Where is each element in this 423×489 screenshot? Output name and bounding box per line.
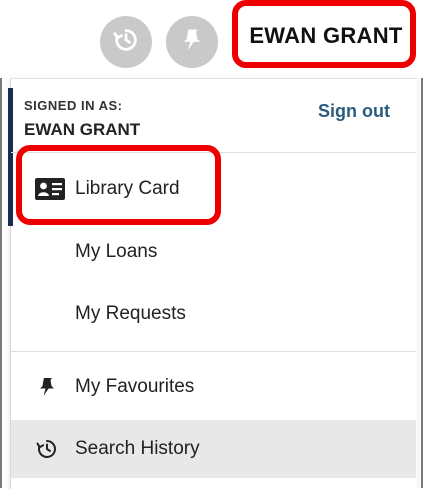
menu-item-search-history[interactable]: Search History: [11, 420, 416, 478]
menu-item-label: My Requests: [75, 303, 186, 324]
pin-icon: [178, 26, 206, 59]
pin-button[interactable]: [166, 16, 218, 68]
pin-icon: [35, 374, 59, 400]
divider: [11, 152, 416, 153]
menu-item-label: My Favourites: [75, 376, 195, 397]
history-icon: [35, 437, 59, 461]
menu-item-my-requests[interactable]: My Requests: [11, 285, 416, 343]
signed-in-label: SIGNED IN AS:: [24, 98, 123, 113]
history-icon: [112, 26, 140, 59]
signed-in-user: EWAN GRANT: [24, 120, 141, 139]
sign-out-link[interactable]: Sign out: [318, 101, 390, 122]
user-menu-button[interactable]: EWAN GRANT: [240, 12, 412, 60]
menu-item-my-favourites[interactable]: My Favourites: [11, 358, 416, 416]
history-button[interactable]: [100, 16, 152, 68]
top-bar: EWAN GRANT: [0, 0, 423, 78]
menu-item-my-loans[interactable]: My Loans: [11, 223, 416, 281]
id-card-icon: [35, 178, 65, 200]
divider: [11, 351, 416, 352]
menu-item-label: Search History: [75, 438, 200, 459]
menu-item-label: My Loans: [75, 241, 158, 262]
menu-item-label: Library Card: [75, 178, 180, 199]
menu-item-library-card[interactable]: Library Card: [11, 160, 416, 218]
signed-in-block: SIGNED IN AS: EWAN GRANT: [24, 98, 140, 140]
